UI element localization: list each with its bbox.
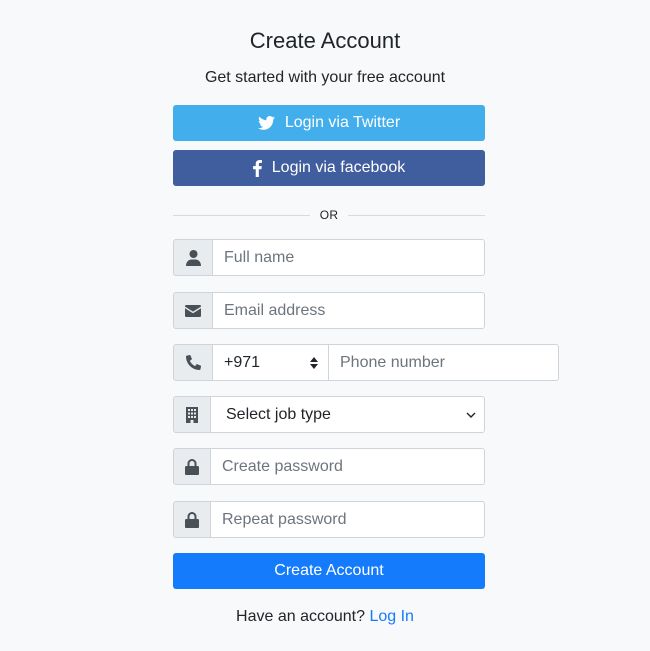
repeat-password-input[interactable] bbox=[211, 501, 485, 538]
login-facebook-label: Login via facebook bbox=[271, 159, 406, 176]
divider-line-right bbox=[348, 214, 486, 216]
sort-arrows-icon bbox=[310, 356, 318, 369]
or-divider: OR bbox=[173, 205, 486, 225]
email-group bbox=[173, 292, 485, 329]
email-input[interactable] bbox=[213, 292, 485, 329]
login-twitter-label: Login via Twitter bbox=[284, 114, 401, 131]
full-name-group bbox=[173, 239, 485, 276]
job-type-group: Select job type bbox=[173, 396, 485, 433]
country-code-select[interactable]: +971 bbox=[213, 344, 329, 381]
create-account-label: Create Account bbox=[274, 562, 384, 579]
login-link[interactable]: Log In bbox=[369, 608, 413, 625]
building-icon bbox=[173, 396, 211, 433]
login-prompt: Have an account? Log In bbox=[0, 607, 650, 627]
lock-icon bbox=[173, 501, 211, 538]
create-password-group bbox=[173, 448, 485, 485]
page-subtitle: Get started with your free account bbox=[204, 69, 446, 86]
login-prompt-text: Have an account? bbox=[236, 608, 366, 625]
twitter-icon bbox=[257, 116, 275, 130]
page-title: Create Account bbox=[249, 28, 401, 53]
job-type-value: Select job type bbox=[226, 405, 331, 423]
phone-group: +971 bbox=[173, 344, 559, 381]
job-type-select[interactable]: Select job type bbox=[211, 396, 485, 433]
facebook-icon bbox=[252, 159, 262, 177]
lock-icon bbox=[173, 448, 211, 485]
signup-page: Create Account Get started with your fre… bbox=[0, 0, 650, 651]
create-password-input[interactable] bbox=[211, 448, 485, 485]
divider-label: OR bbox=[319, 208, 339, 222]
repeat-password-group bbox=[173, 501, 485, 538]
phone-number-input[interactable] bbox=[329, 344, 559, 381]
full-name-input[interactable] bbox=[213, 239, 485, 276]
divider-line-left bbox=[173, 214, 310, 216]
create-account-button[interactable]: Create Account bbox=[173, 553, 485, 589]
login-facebook-button[interactable]: Login via facebook bbox=[173, 150, 485, 186]
chevron-down-icon bbox=[466, 406, 476, 424]
envelope-icon bbox=[173, 292, 213, 329]
login-twitter-button[interactable]: Login via Twitter bbox=[173, 105, 485, 141]
country-code-value: +971 bbox=[224, 353, 261, 371]
phone-icon bbox=[173, 344, 213, 381]
user-icon bbox=[173, 239, 213, 276]
